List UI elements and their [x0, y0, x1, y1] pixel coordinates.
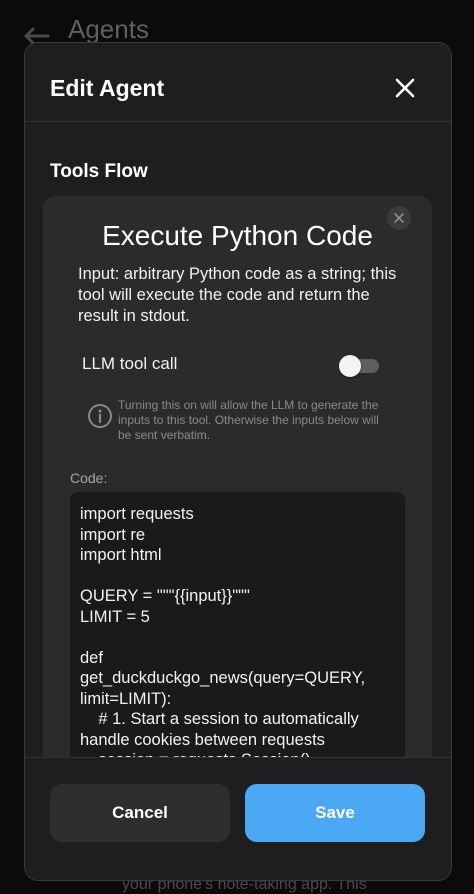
info-icon: [88, 404, 112, 428]
code-label: Code:: [70, 470, 108, 486]
modal-title: Edit Agent: [50, 75, 165, 101]
llm-tool-call-label: LLM tool call: [82, 354, 178, 373]
tool-card: Execute Python Code Input: arbitrary Pyt…: [43, 196, 432, 796]
tool-description: Input: arbitrary Python code as a string…: [78, 265, 397, 325]
llm-tool-call-toggle[interactable]: [339, 355, 381, 377]
code-editor[interactable]: import requests import re import html QU…: [70, 492, 405, 796]
modal-footer: Cancel Save: [25, 757, 451, 880]
code-text[interactable]: import requests import re import html QU…: [80, 504, 395, 771]
save-button[interactable]: Save: [245, 784, 425, 842]
edit-agent-modal: Edit Agent Tools Flow Execute Python Cod…: [24, 42, 452, 881]
modal-header: Edit Agent: [25, 43, 451, 122]
info-text: Turning this on will allow the LLM to ge…: [118, 398, 379, 442]
toggle-knob: [339, 355, 361, 377]
cancel-button[interactable]: Cancel: [50, 784, 230, 842]
section-title: Tools Flow: [50, 161, 148, 182]
tool-title: Execute Python Code: [102, 220, 373, 251]
close-icon[interactable]: [393, 76, 417, 100]
page-title: Agents: [68, 14, 149, 44]
